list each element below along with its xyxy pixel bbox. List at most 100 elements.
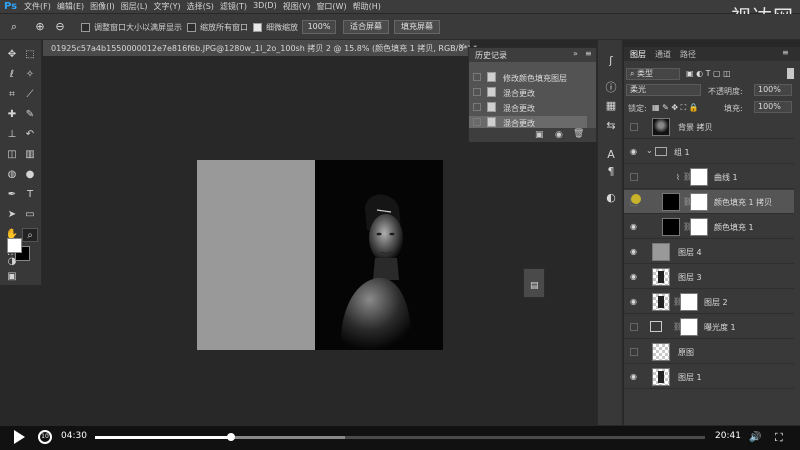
gradient-tool-icon[interactable]: ▥	[22, 148, 38, 162]
lock-icons[interactable]: ▦ ✎ ✥ ⛶ 🔒	[652, 103, 699, 113]
layer-kind-filter[interactable]: ⌕ 类型	[626, 68, 680, 80]
history-source-checkbox[interactable]	[473, 103, 481, 111]
eye-icon[interactable]: ◉	[630, 222, 637, 231]
layer-row[interactable]: ◉ 图层 1	[624, 365, 794, 389]
stamp-tool-icon[interactable]: ⊥	[4, 128, 20, 142]
visibility-toggle[interactable]	[630, 323, 638, 331]
tab-layers[interactable]: 图层	[630, 49, 646, 60]
menu-item[interactable]: 视图(V)	[283, 1, 311, 12]
menu-item[interactable]: 选择(S)	[187, 1, 214, 12]
layer-row[interactable]: ◉ ⛓ 颜色填充 1	[624, 215, 794, 239]
mini-floating-panel[interactable]: ▤	[523, 268, 545, 298]
eyedropper-tool-icon[interactable]: ⟋	[22, 88, 38, 102]
volume-icon[interactable]: 🔊	[749, 432, 761, 443]
menu-item[interactable]: 图层(L)	[121, 1, 148, 12]
opacity-field[interactable]: 100%	[754, 84, 792, 96]
adjustments-icon[interactable]: ◐	[603, 190, 619, 206]
replay-10-icon[interactable]: 10	[38, 430, 52, 444]
layer-row[interactable]: ⌇ ⛓ 曲线 1	[624, 165, 794, 189]
eye-icon[interactable]: ◉	[630, 297, 637, 306]
tab-channels[interactable]: 通道	[655, 49, 671, 60]
resize-windows-checkbox[interactable]	[81, 23, 90, 32]
adjustment-icon[interactable]: ▤	[530, 281, 539, 291]
layer-row[interactable]: ◉ ⛓ 图层 2	[624, 290, 794, 314]
new-document-icon[interactable]: ▣	[535, 130, 544, 140]
play-icon[interactable]	[14, 430, 25, 444]
zoom-value-field[interactable]: 100%	[302, 20, 336, 34]
shape-tool-icon[interactable]: ▭	[22, 208, 38, 222]
eraser-tool-icon[interactable]: ◫	[4, 148, 20, 162]
document-tab[interactable]: 01925c57a4b1550000012e7e816f6b.JPG@1280w…	[43, 40, 477, 56]
menu-item[interactable]: 帮助(H)	[353, 1, 381, 12]
fill-field[interactable]: 100%	[754, 101, 792, 113]
filter-type-icons[interactable]: ▣ ◐ T ▢ ◫	[686, 69, 731, 78]
healing-tool-icon[interactable]: ✚	[4, 108, 20, 122]
fill-screen-button[interactable]: 填充屏幕	[394, 20, 440, 34]
history-source-checkbox[interactable]	[473, 73, 481, 81]
layer-mask-thumbnail[interactable]	[680, 318, 698, 336]
info-icon[interactable]: ⓘ	[603, 80, 619, 96]
layer-row[interactable]: ◉ ⌄ 组 1	[624, 140, 794, 164]
zoom-all-windows-checkbox[interactable]	[187, 23, 196, 32]
history-brush-icon[interactable]: ↶	[22, 128, 38, 142]
progress-knob[interactable]	[227, 433, 236, 441]
paragraph-icon[interactable]: ¶	[603, 164, 619, 180]
menu-item[interactable]: 图像(I)	[90, 1, 115, 12]
layer-mask-thumbnail[interactable]	[690, 218, 708, 236]
marquee-tool-icon[interactable]: ⬚	[22, 48, 38, 62]
layer-comps-icon[interactable]: ▦	[603, 98, 619, 114]
screen-mode-icon[interactable]: ▣	[4, 270, 20, 284]
history-source-checkbox[interactable]	[473, 118, 481, 126]
eye-icon[interactable]: ◉	[630, 272, 637, 281]
layer-row[interactable]: ⛓ 曝光度 1	[624, 315, 794, 339]
history-source-checkbox[interactable]	[473, 88, 481, 96]
dodge-tool-icon[interactable]: ●	[22, 168, 38, 182]
lasso-tool-icon[interactable]: ℓ	[4, 68, 20, 82]
layer-row[interactable]: 背景 拷贝	[624, 115, 794, 139]
layer-row[interactable]: ◉ 图层 4	[624, 240, 794, 264]
fullscreen-icon[interactable]: ⛶	[775, 431, 783, 445]
zoom-tool-icon[interactable]: ⌕	[22, 228, 38, 242]
menu-item[interactable]: 编辑(E)	[57, 1, 84, 12]
collapse-icon[interactable]: »	[573, 49, 578, 58]
pen-tool-icon[interactable]: ✒	[4, 188, 20, 202]
layer-mask-thumbnail[interactable]	[680, 293, 698, 311]
history-item[interactable]: 混合更改	[469, 101, 587, 114]
blend-mode-select[interactable]: 柔光	[626, 84, 701, 96]
visibility-toggle[interactable]	[630, 348, 638, 356]
layer-mask-thumbnail[interactable]	[690, 193, 708, 211]
filter-toggle[interactable]	[787, 68, 794, 79]
eye-icon[interactable]: ◉	[630, 372, 637, 381]
brush-tool-icon[interactable]: ✎	[22, 108, 38, 122]
move-tool-icon[interactable]: ✥	[4, 48, 20, 62]
panel-menu-icon[interactable]: ≡	[585, 49, 592, 58]
eye-icon[interactable]: ◉	[630, 147, 637, 156]
fit-screen-button[interactable]: 适合屏幕	[343, 20, 389, 34]
close-icon[interactable]: ×	[458, 42, 466, 52]
brush-presets-icon[interactable]: ʃ	[603, 53, 619, 69]
zoom-tool-icon[interactable]: ⌕	[6, 19, 22, 35]
menu-item[interactable]: 窗口(W)	[316, 1, 346, 12]
trash-icon[interactable]: 🗑	[573, 129, 584, 139]
crop-tool-icon[interactable]: ⌗	[4, 88, 20, 102]
chevron-down-icon[interactable]: ⌄	[646, 146, 653, 155]
foreground-color-swatch[interactable]	[7, 238, 22, 253]
blur-tool-icon[interactable]: ◍	[4, 168, 20, 182]
zoom-out-icon[interactable]: ⊖	[52, 19, 68, 35]
progress-track[interactable]	[95, 433, 705, 441]
type-tool-icon[interactable]: T	[22, 188, 38, 202]
menu-item[interactable]: 文件(F)	[24, 1, 51, 12]
menu-item[interactable]: 滤镜(T)	[220, 1, 247, 12]
visibility-toggle[interactable]	[630, 173, 638, 181]
path-select-icon[interactable]: ➤	[4, 208, 20, 222]
snapshot-icon[interactable]: ◉	[555, 130, 563, 140]
layer-row[interactable]: 原图	[624, 340, 794, 364]
panel-menu-icon[interactable]: ≡	[782, 48, 789, 57]
history-item[interactable]: 修改颜色填充图层	[469, 71, 587, 84]
zoom-in-icon[interactable]: ⊕	[32, 19, 48, 35]
menu-item[interactable]: 3D(D)	[253, 1, 277, 12]
properties-icon[interactable]: ⇆	[603, 118, 619, 134]
menu-item[interactable]: 文字(Y)	[153, 1, 180, 12]
layer-mask-thumbnail[interactable]	[690, 168, 708, 186]
quick-select-tool-icon[interactable]: ✧	[22, 68, 38, 82]
